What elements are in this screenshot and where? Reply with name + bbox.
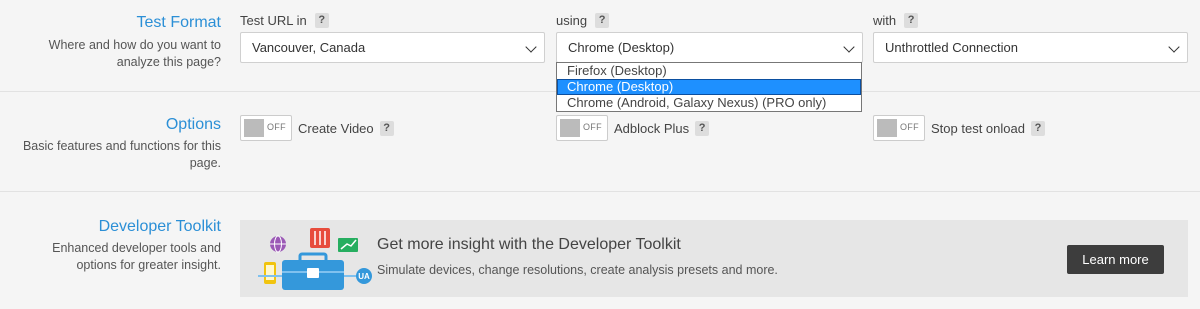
toolkit-illustration-icon: UA: [258, 228, 372, 290]
browser-option-selected[interactable]: Chrome (Desktop): [557, 79, 861, 95]
learn-more-button[interactable]: Learn more: [1067, 245, 1164, 274]
connection-help-icon[interactable]: ?: [904, 13, 919, 28]
developer-toolkit-description: Enhanced developer tools and options for…: [52, 241, 221, 272]
developer-toolkit-promo: UA Get more insight with the Developer T…: [240, 220, 1188, 297]
location-select[interactable]: Vancouver, Canada: [240, 32, 545, 63]
browser-option[interactable]: Chrome (Android, Galaxy Nexus) (PRO only…: [557, 95, 861, 111]
browser-label-group: using ?: [556, 13, 610, 28]
toggle-state: OFF: [900, 122, 919, 132]
connection-label: with: [873, 13, 897, 28]
connection-label-group: with ?: [873, 13, 919, 28]
create-video-toggle[interactable]: OFF: [240, 115, 292, 141]
toggle-state: OFF: [267, 122, 286, 132]
browser-dropdown-list: Firefox (Desktop) Chrome (Desktop) Chrom…: [556, 62, 862, 112]
location-label: Test URL in: [240, 13, 307, 28]
developer-toolkit-title: Developer Toolkit: [98, 218, 221, 235]
create-video-label: Create Video: [298, 120, 374, 136]
svg-text:UA: UA: [358, 272, 370, 281]
location-help-icon[interactable]: ?: [314, 13, 329, 28]
create-video-option: OFF Create Video ?: [240, 115, 394, 141]
stop-onload-option: OFF Stop test onload ?: [873, 115, 1045, 141]
create-video-help-icon[interactable]: ?: [379, 120, 394, 136]
options-title: Options: [165, 116, 221, 133]
stop-onload-label: Stop test onload: [931, 120, 1025, 136]
browser-select-value: Chrome (Desktop): [568, 40, 675, 55]
promo-title: Get more insight with the Developer Tool…: [377, 236, 681, 253]
toggle-knob: [244, 119, 264, 137]
toggle-state: OFF: [583, 122, 602, 132]
test-format-title: Test Format: [136, 14, 221, 31]
adblock-help-icon[interactable]: ?: [695, 120, 710, 136]
connection-select[interactable]: Unthrottled Connection: [873, 32, 1188, 63]
adblock-label: Adblock Plus: [614, 120, 690, 136]
adblock-toggle[interactable]: OFF: [556, 115, 608, 141]
chevron-down-icon: [1168, 41, 1180, 53]
options-description: Basic features and functions for this pa…: [22, 139, 221, 170]
toggle-knob: [877, 119, 897, 137]
promo-subtitle: Simulate devices, change resolutions, cr…: [377, 263, 778, 277]
stop-onload-help-icon[interactable]: ?: [1030, 120, 1045, 136]
browser-help-icon[interactable]: ?: [595, 13, 610, 28]
connection-select-value: Unthrottled Connection: [885, 40, 1018, 55]
location-select-value: Vancouver, Canada: [252, 40, 366, 55]
browser-select[interactable]: Chrome (Desktop): [556, 32, 863, 63]
adblock-option: OFF Adblock Plus ?: [556, 115, 710, 141]
chevron-down-icon: [843, 41, 855, 53]
browser-label: using: [556, 13, 588, 28]
test-format-description: Where and how do you want to analyze thi…: [48, 38, 221, 69]
browser-option[interactable]: Firefox (Desktop): [557, 63, 861, 79]
toggle-knob: [560, 119, 580, 137]
location-label-group: Test URL in ?: [240, 13, 329, 28]
chevron-down-icon: [525, 41, 537, 53]
stop-onload-toggle[interactable]: OFF: [873, 115, 925, 141]
